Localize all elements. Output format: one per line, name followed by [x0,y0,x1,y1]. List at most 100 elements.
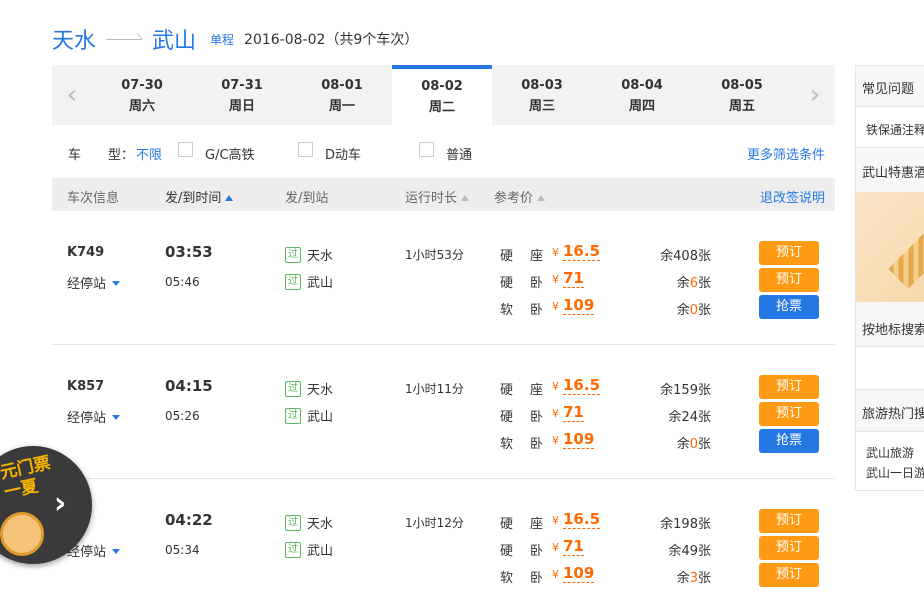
seat-price: ¥16.5 [552,510,601,529]
date-tab-date: 08-05 [721,78,763,93]
from-station-name: 天水 [307,517,334,532]
rem-prefix: 余 [668,410,682,425]
tickets-remaining: 余159张 [660,379,711,398]
checkbox-normal-label[interactable]: 普通 [446,144,472,163]
price-value[interactable]: 71 [563,537,584,556]
seat-type-b: 卧 [530,437,544,452]
seat-option: 硬 卧 ¥71 余49张 预订 [500,536,835,560]
seat-price: ¥16.5 [552,242,601,261]
depart-time: 04:15 [165,377,213,395]
rem-count: 6 [689,276,698,291]
from-city[interactable]: 天水 [52,23,96,55]
from-station: 过天水 [285,379,333,398]
hot-box: 武山旅游 武山一日游 [856,431,924,491]
more-filters-link[interactable]: 更多筛选条件 [747,144,825,163]
checkbox-gc[interactable] [178,142,193,157]
from-station: 过天水 [285,245,333,264]
date-tab[interactable]: 08-03 周三 [492,65,592,125]
hot-item-2[interactable]: 武山一日游 [866,464,924,481]
price-value[interactable]: 71 [563,403,584,422]
book-button[interactable]: 预订 [759,536,819,560]
refund-policy-link[interactable]: 退改签说明 [760,187,825,206]
date-tab[interactable]: 07-31 周日 [192,65,292,125]
price-value[interactable]: 109 [563,296,595,315]
sort-arrow-icon [537,195,546,201]
grab-ticket-button[interactable]: 抢票 [759,295,819,319]
table-header: 车次信息 发/到时间 发/到站 运行时长 参考价 退改签说明 [52,178,835,211]
seat-price: ¥109 [552,430,595,449]
book-button[interactable]: 预订 [759,268,819,292]
book-button[interactable]: 预订 [759,375,819,399]
to-station-name: 武山 [307,276,334,291]
date-tab[interactable]: 08-01 周一 [292,65,392,125]
to-station: 过武山 [285,272,333,291]
checkbox-d[interactable] [298,142,313,157]
price-value[interactable]: 16.5 [563,510,601,529]
seat-option: 硬 卧 ¥71 余6张 预订 [500,268,835,292]
faq-item[interactable]: 铁保通注释 [866,121,924,138]
yen-sign: ¥ [552,300,559,313]
duration: 1小时11分 [405,382,464,396]
date-tab-weekday: 周六 [128,99,155,114]
date-tab[interactable]: 08-04 周四 [592,65,692,125]
route-header: 天水 武山 单程 2016-08-02（共9个车次） [52,22,418,56]
train-number[interactable]: K857 [67,379,104,394]
seat-type-a: 软 [500,437,514,452]
to-city[interactable]: 武山 [152,23,196,55]
price-value[interactable]: 71 [563,269,584,288]
train-number[interactable]: K749 [67,245,104,260]
date-tab[interactable]: 07-30 周六 [92,65,192,125]
rem-count: 24 [681,410,698,425]
rem-prefix: 余 [676,276,690,291]
rem-prefix: 余 [660,383,674,398]
filter-label-a: 车 [68,148,82,163]
price-value[interactable]: 109 [563,564,595,583]
hotel-banner-image[interactable] [856,192,924,302]
filter-bar: 车 型： 不限 G/C高铁 D动车 普通 更多筛选条件 [52,138,835,166]
grab-ticket-button[interactable]: 抢票 [759,429,819,453]
seat-type-b: 座 [530,249,544,264]
price-value[interactable]: 16.5 [563,242,601,261]
date-tab-date: 08-04 [621,78,663,93]
yen-sign: ¥ [552,434,559,447]
checkbox-gc-label[interactable]: G/C高铁 [205,144,255,163]
yen-sign: ¥ [552,246,559,259]
book-button[interactable]: 预订 [759,563,819,587]
date-tab-weekday: 周五 [728,99,755,114]
date-tab[interactable]: 08-05 周五 [692,65,792,125]
from-station: 过天水 [285,513,333,532]
checkbox-normal[interactable] [419,142,434,157]
stops-dropdown[interactable]: 经停站 [67,273,121,292]
caret-down-icon [112,549,121,554]
col-price[interactable]: 参考价 [494,187,546,206]
price-value[interactable]: 16.5 [563,376,601,395]
date-tab-weekday: 周四 [628,99,655,114]
seat-price: ¥109 [552,564,595,583]
seat-type-a: 软 [500,303,514,318]
rem-prefix: 余 [676,571,690,586]
book-button[interactable]: 预订 [759,509,819,533]
date-tab[interactable]: 08-02 周二 [392,65,492,125]
hotel-title[interactable]: 武山特惠酒 [862,162,924,181]
checkbox-d-label[interactable]: D动车 [325,144,361,163]
tickets-remaining: 余408张 [660,245,711,264]
rem-count: 408 [673,249,698,264]
book-button[interactable]: 预订 [759,241,819,265]
chevron-right-icon[interactable]: › [795,65,835,125]
landmark-box[interactable] [856,346,924,390]
price-value[interactable]: 109 [563,430,595,449]
chevron-right-icon[interactable]: › [54,486,66,521]
caret-down-icon [112,415,121,420]
duration: 1小时12分 [405,516,464,530]
promo-text: 元门票 一夏 [0,453,57,503]
filter-any[interactable]: 不限 [136,144,162,163]
book-button[interactable]: 预订 [759,402,819,426]
hot-item-1[interactable]: 武山旅游 [866,444,914,461]
chevron-left-icon[interactable]: ‹ [52,65,92,125]
stops-dropdown[interactable]: 经停站 [67,407,121,426]
col-duration[interactable]: 运行时长 [405,187,470,206]
col-time[interactable]: 发/到时间 [165,187,234,206]
date-tab-date: 08-03 [521,78,563,93]
yen-sign: ¥ [552,380,559,393]
arrive-time: 05:46 [165,275,200,289]
